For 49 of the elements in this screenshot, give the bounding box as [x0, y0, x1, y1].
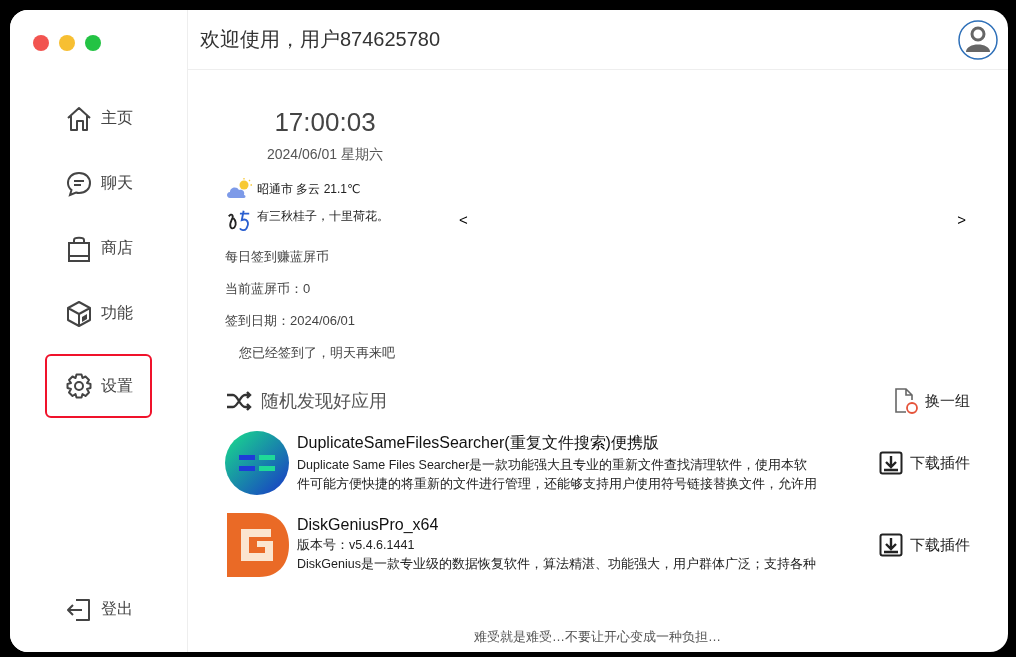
app-description: Duplicate Same Files Searcher是一款功能强大且专业的重新文件查找清理软件，使用本软 — [297, 456, 809, 474]
sidebar-item[interactable]: 商店 — [45, 224, 152, 273]
clock-time: 17:00:03 — [273, 107, 377, 138]
sidebar-label: 功能 — [101, 303, 133, 323]
previous-button[interactable]: < — [455, 211, 472, 228]
download-icon — [879, 533, 903, 557]
sidebar-label: 聊天 — [101, 173, 133, 193]
sidebar-label: 设置 — [101, 375, 133, 396]
shuffle-icon — [225, 389, 253, 413]
clock-date: 2024/06/01 星期六 — [266, 146, 384, 164]
app-logo-icon — [225, 513, 289, 577]
sidebar-label: 商店 — [101, 238, 133, 258]
logout-label: 登出 — [101, 599, 133, 619]
poem-text: 有三秋桂子，十里荷花。 — [257, 208, 389, 225]
settings-icon — [65, 372, 93, 400]
sidebar-label: 主页 — [101, 108, 133, 128]
footer-quote: 难受就是难受…不要让开心变成一种负担… — [473, 628, 722, 646]
maximize-dot[interactable] — [85, 35, 101, 51]
minimize-dot[interactable] — [59, 35, 75, 51]
avatar-icon[interactable] — [958, 19, 998, 60]
download-button[interactable]: 下载插件 — [879, 533, 970, 557]
app-description: 版本号：v5.4.6.1441 — [297, 537, 416, 554]
close-dot[interactable] — [33, 35, 49, 51]
download-button[interactable]: 下载插件 — [879, 451, 970, 475]
sidebar-item[interactable]: 功能 — [45, 289, 152, 338]
app-description: 件可能方便快捷的将重新的文件进行管理，还能够支持用户使用符号链接替换文件，允许用 — [297, 475, 818, 493]
download-icon — [879, 451, 903, 475]
document-refresh-icon — [893, 387, 919, 415]
app-name: DiskGeniusPro_x64 — [297, 516, 440, 534]
sidebar-item[interactable]: 设置 — [45, 354, 152, 418]
chat-bubble-icon — [65, 169, 93, 198]
coin-balance: 当前蓝屏币：0 — [225, 280, 312, 298]
cube-icon — [65, 299, 93, 328]
app-logo-icon — [225, 431, 289, 495]
sidebar-item[interactable]: 主页 — [45, 94, 152, 143]
shopping-bag-icon — [65, 234, 93, 263]
app-description: DiskGenius是一款专业级的数据恢复软件，算法精湛、功能强大，用户群体广泛；支持各种 — [297, 556, 817, 573]
app-name: DuplicateSameFilesSearcher(重复文件搜索)便携版 — [297, 432, 660, 453]
next-button[interactable]: > — [953, 211, 970, 228]
checkin-date: 签到日期：2024/06/01 — [225, 312, 357, 330]
home-icon — [65, 104, 93, 133]
checkin-title: 每日签到赚蓝屏币 — [225, 248, 330, 266]
section-title: 随机发现好应用 — [261, 390, 387, 413]
weather-text: 昭通市 多云 21.1℃ — [257, 180, 361, 198]
greeting-text: 欢迎使用，用户874625780 — [200, 27, 441, 52]
sidebar-item[interactable]: 聊天 — [45, 159, 152, 208]
checkin-status: 您已经签到了，明天再来吧 — [238, 344, 396, 362]
logout-item[interactable]: 登出 — [45, 585, 152, 634]
refresh-button[interactable]: 换一组 — [893, 387, 970, 415]
